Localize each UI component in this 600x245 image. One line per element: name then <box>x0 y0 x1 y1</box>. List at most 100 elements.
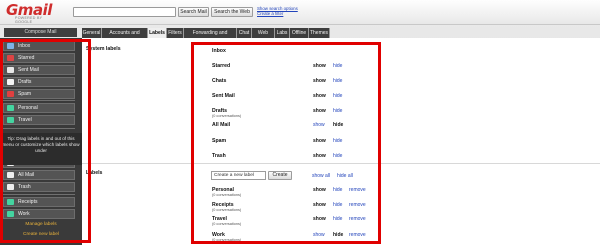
sidebar-item-work[interactable]: Work <box>3 209 75 219</box>
show-link: show <box>313 78 326 84</box>
star-icon <box>7 55 14 61</box>
labels-header: Labels <box>86 170 103 176</box>
tab-themes[interactable]: Themes <box>309 28 330 38</box>
tab-chat[interactable]: Chat <box>237 28 252 38</box>
system-label-name: Starred <box>212 63 231 69</box>
remove-label-link[interactable]: remove <box>349 232 366 238</box>
inbox-icon <box>7 43 14 49</box>
hide-link[interactable]: hide <box>333 138 342 144</box>
sidebar-item-label: Receipts <box>18 199 38 205</box>
hide-link: hide <box>333 232 344 238</box>
compose-mail-button[interactable]: Compose Mail <box>4 28 77 37</box>
system-label-name: Inbox <box>212 48 226 54</box>
manage-labels-link[interactable]: Manage labels <box>0 222 82 227</box>
create-filter-link[interactable]: Create a filter <box>257 11 298 16</box>
sidebar-item-trash[interactable]: Trash <box>3 182 75 192</box>
tab-web-clips[interactable]: Web Clips <box>252 28 275 46</box>
sidebar-item-label: Trash <box>18 184 31 190</box>
remove-label-link[interactable]: remove <box>349 202 366 208</box>
gmail-logo[interactable]: Gmail POWERED BY GOOGLE <box>6 1 52 24</box>
hide-link[interactable]: hide <box>333 202 342 208</box>
sidebar-divider <box>3 128 75 129</box>
sent-icon <box>7 67 14 73</box>
system-label-name: Trash <box>212 153 226 159</box>
sidebar-item-personal[interactable]: Personal <box>3 103 75 113</box>
tab-labels[interactable]: Labels <box>148 28 167 38</box>
hide-link[interactable]: hide <box>333 187 342 193</box>
label-icon <box>7 117 14 123</box>
sidebar-item-spam[interactable]: Spam <box>3 89 75 99</box>
show-link: show <box>313 93 326 99</box>
show-link: show <box>313 187 326 193</box>
logo-tagline: POWERED BY GOOGLE <box>15 16 43 24</box>
sidebar-item-all-mail[interactable]: All Mail <box>3 170 75 180</box>
sidebar-item-label: All Mail <box>18 172 35 178</box>
sidebar-item-sent-mail[interactable]: Sent Mail <box>3 65 75 75</box>
section-divider <box>82 163 600 164</box>
show-link: show <box>313 153 326 159</box>
sidebar-tip: Tip: Drag labels in and out of this menu… <box>0 133 82 165</box>
show-link[interactable]: show <box>313 122 325 128</box>
all-mail-icon <box>7 172 14 178</box>
system-label-name: All Mail <box>212 122 231 128</box>
search-web-button[interactable]: Search the Web <box>211 7 253 17</box>
tab-accounts-and-import[interactable]: Accounts and Import <box>102 28 148 46</box>
sidebar-item-starred[interactable]: Starred <box>3 53 75 63</box>
hide-link[interactable]: hide <box>333 108 342 114</box>
hide-link: hide <box>333 122 344 128</box>
sidebar-item-label: Sent Mail <box>18 67 39 73</box>
hide-link[interactable]: hide <box>333 216 342 222</box>
system-labels-header: System labels <box>86 46 121 52</box>
label-icon <box>7 211 14 217</box>
conversation-count: (0 conversations) <box>212 114 242 118</box>
sidebar-item-drafts[interactable]: Drafts <box>3 77 75 87</box>
sidebar-item-label: Starred <box>18 55 35 61</box>
conversation-count: (0 conversations) <box>212 222 242 226</box>
create-new-label-link[interactable]: Create new label <box>0 232 82 237</box>
remove-label-link[interactable]: remove <box>349 216 366 222</box>
show-link: show <box>313 138 326 144</box>
system-label-name: Sent Mail <box>212 93 235 99</box>
label-icon <box>7 199 14 205</box>
settings-tabs: GeneralAccounts and ImportLabelsFiltersF… <box>82 28 600 46</box>
sidebar-item-label: Travel <box>18 117 32 123</box>
show-link: show <box>313 108 326 114</box>
sidebar-divider <box>3 100 75 101</box>
trash-icon <box>7 184 14 190</box>
top-bar: Gmail POWERED BY GOOGLE Search Mail Sear… <box>0 0 600 25</box>
sidebar-item-label: Inbox <box>18 43 31 49</box>
remove-label-link[interactable]: remove <box>349 187 366 193</box>
tab-forwarding-and-pop-imap[interactable]: Forwarding and POP/IMAP <box>184 28 237 46</box>
tab-labs[interactable]: Labs <box>275 28 290 38</box>
show-all-link[interactable]: show all <box>312 173 330 179</box>
conversation-count: (0 conversations) <box>212 238 242 242</box>
show-link[interactable]: show <box>313 232 325 238</box>
tab-filters[interactable]: Filters <box>167 28 184 38</box>
create-label-button[interactable]: Create <box>268 171 292 180</box>
sidebar-item-receipts[interactable]: Receipts <box>3 197 75 207</box>
hide-link[interactable]: hide <box>333 63 342 69</box>
sidebar-divider <box>3 194 75 195</box>
search-mail-button[interactable]: Search Mail <box>178 7 209 17</box>
label-icon <box>7 105 14 111</box>
show-link: show <box>313 202 326 208</box>
show-link: show <box>313 63 326 69</box>
sidebar-item-inbox[interactable]: Inbox <box>3 41 75 51</box>
search-input[interactable] <box>73 7 176 17</box>
spam-icon <box>7 91 14 97</box>
sidebar-item-travel[interactable]: Travel <box>3 115 75 125</box>
tab-general[interactable]: General <box>82 28 102 38</box>
sidebar-item-label: Work <box>18 211 30 217</box>
system-label-name: Chats <box>212 78 227 84</box>
conversation-count: (0 conversations) <box>212 193 242 197</box>
sidebar-item-label: Spam <box>18 91 32 97</box>
new-label-input[interactable]: Create a new label <box>211 171 266 180</box>
drafts-icon <box>7 79 14 85</box>
hide-link[interactable]: hide <box>333 78 342 84</box>
hide-all-link[interactable]: hide all <box>337 173 353 179</box>
hide-link[interactable]: hide <box>333 93 342 99</box>
system-label-name: Spam <box>212 138 227 144</box>
hide-link[interactable]: hide <box>333 153 342 159</box>
tab-offline[interactable]: Offline <box>290 28 309 38</box>
search-links: Show search options Create a filter <box>257 6 298 16</box>
